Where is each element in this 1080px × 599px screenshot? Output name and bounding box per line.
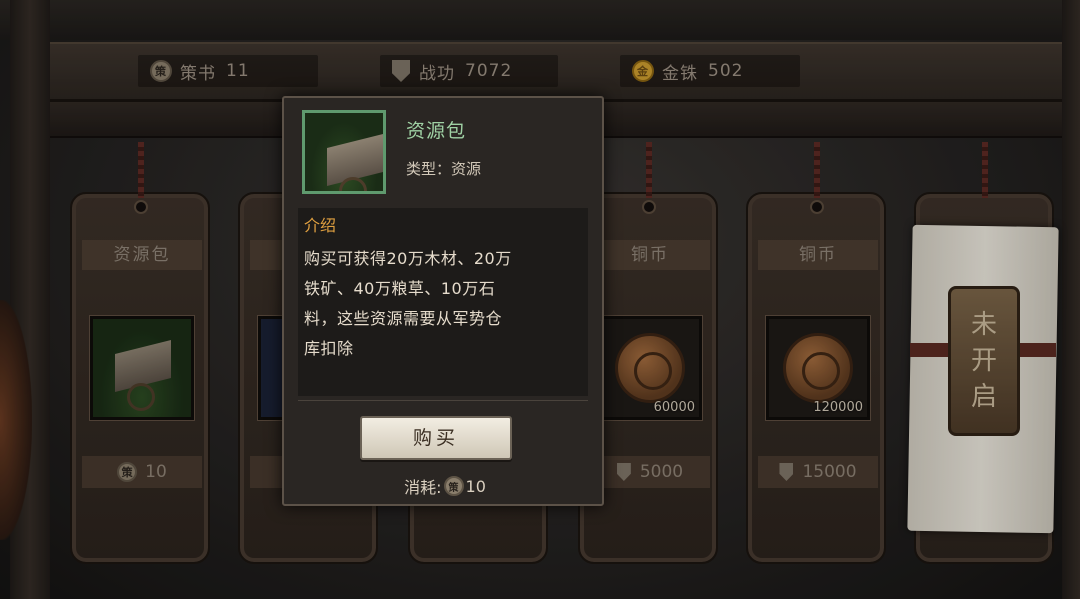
cost-label: 消耗: <box>404 478 442 497</box>
buy-button[interactable]: 购买 <box>360 416 512 460</box>
description-line: 购买可获得20万木材、20万 <box>304 249 512 268</box>
cost-value: 10 <box>465 476 486 496</box>
description-heading: 介绍 <box>304 216 337 235</box>
description-line: 库扣除 <box>304 339 354 358</box>
description-box: 介绍 购买可获得20万木材、20万 铁矿、40万粮草、10万石 料，这些资源需要… <box>298 208 588 396</box>
description-text: 购买可获得20万木材、20万 铁矿、40万粮草、10万石 料，这些资源需要从军势… <box>304 244 584 364</box>
cost-line: 消耗: 策 10 <box>284 474 606 498</box>
divider <box>298 400 588 401</box>
policy-book-icon: 策 <box>443 476 464 496</box>
item-detail-popup: 资源包 类型：资源 介绍 购买可获得20万木材、20万 铁矿、40万粮草、10万… <box>282 96 604 506</box>
item-name: 资源包 <box>406 120 467 142</box>
item-type: 类型：资源 <box>406 160 482 178</box>
item-icon-frame <box>302 110 386 194</box>
description-line: 料，这些资源需要从军势仓 <box>304 309 503 328</box>
description-line: 铁矿、40万粮草、10万石 <box>304 279 496 298</box>
resource-cart-image <box>305 113 383 191</box>
